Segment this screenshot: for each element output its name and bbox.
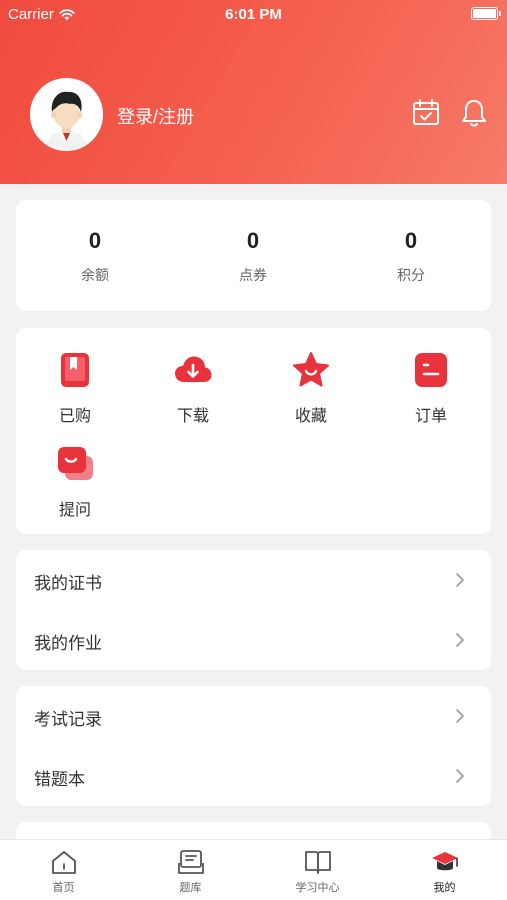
order-icon <box>415 353 447 387</box>
star-icon <box>293 352 329 387</box>
stat-label: 积分 <box>397 267 425 283</box>
tab-me[interactable]: 我的 <box>381 840 507 900</box>
bell-icon[interactable] <box>461 98 487 128</box>
stat-points[interactable]: 0 积分 <box>332 200 490 285</box>
status-bar: Carrier 6:01 PM <box>0 0 507 28</box>
menu-item-my-homework[interactable]: 我的作业 <box>16 610 491 670</box>
open-book-icon <box>304 851 331 874</box>
stat-label: 余额 <box>81 267 109 283</box>
feature-orders[interactable]: 订单 <box>372 350 490 426</box>
feature-label: 下载 <box>176 408 209 425</box>
chevron-right-icon <box>456 769 464 783</box>
stat-coupons[interactable]: 0 点券 <box>174 200 332 285</box>
avatar[interactable] <box>30 78 103 151</box>
tab-home[interactable]: 首页 <box>0 840 127 900</box>
feature-purchased[interactable]: 已购 <box>16 350 134 426</box>
menu-group-certificates: 我的证书 我的作业 <box>16 550 491 670</box>
feature-label: 订单 <box>414 408 447 425</box>
tab-question-bank[interactable]: 题库 <box>127 840 254 900</box>
tab-label: 学习中心 <box>295 882 340 894</box>
menu-item-wrong-questions[interactable]: 错题本 <box>16 746 491 806</box>
feature-label: 已购 <box>58 408 91 425</box>
chevron-right-icon <box>456 633 464 647</box>
menu-item-label: 考试记录 <box>34 710 102 729</box>
cloud-download-icon <box>175 356 212 382</box>
chevron-right-icon <box>456 709 464 723</box>
question-chat-icon <box>58 447 93 480</box>
stat-balance[interactable]: 0 余额 <box>16 200 174 285</box>
feature-label: 收藏 <box>294 408 327 425</box>
stat-value: 0 <box>88 228 102 253</box>
calendar-check-icon[interactable] <box>412 98 440 126</box>
tab-learning-center[interactable]: 学习中心 <box>254 840 381 900</box>
stat-label: 点券 <box>239 267 267 283</box>
graduation-cap-icon <box>431 852 458 871</box>
menu-item-label: 我的证书 <box>34 574 102 593</box>
home-icon <box>51 851 76 874</box>
feature-questions[interactable]: 提问 <box>16 444 134 520</box>
menu-item-exam-records[interactable]: 考试记录 <box>16 686 491 746</box>
feature-favorites[interactable]: 收藏 <box>252 350 370 426</box>
battery-icon <box>471 7 501 20</box>
menu-group-exams: 考试记录 错题本 <box>16 686 491 806</box>
profile-header: Carrier 6:01 PM 登录/注册 <box>0 0 507 184</box>
tab-label: 我的 <box>433 882 456 894</box>
login-register-link[interactable]: 登录/注册 <box>117 103 194 129</box>
menu-item-my-certificates[interactable]: 我的证书 <box>16 550 491 610</box>
tab-label: 首页 <box>52 882 75 894</box>
bottom-tab-bar: 首页 题库 学习中心 我的 <box>0 839 507 900</box>
book-icon <box>61 353 89 387</box>
menu-item-label: 错题本 <box>34 770 85 789</box>
account-stats-card: 0 余额 0 点券 0 积分 <box>16 200 491 311</box>
question-bank-icon <box>177 850 204 874</box>
features-card: 已购 下载 收藏 订单 提问 <box>16 328 491 534</box>
stat-value: 0 <box>246 228 260 253</box>
feature-download[interactable]: 下载 <box>134 350 252 426</box>
menu-item-label: 我的作业 <box>34 634 102 653</box>
stat-value: 0 <box>404 228 418 253</box>
status-time: 6:01 PM <box>225 6 282 23</box>
feature-label: 提问 <box>58 502 91 519</box>
tab-label: 题库 <box>179 882 202 894</box>
avatar-illustration <box>30 78 103 151</box>
chevron-right-icon <box>456 573 464 587</box>
